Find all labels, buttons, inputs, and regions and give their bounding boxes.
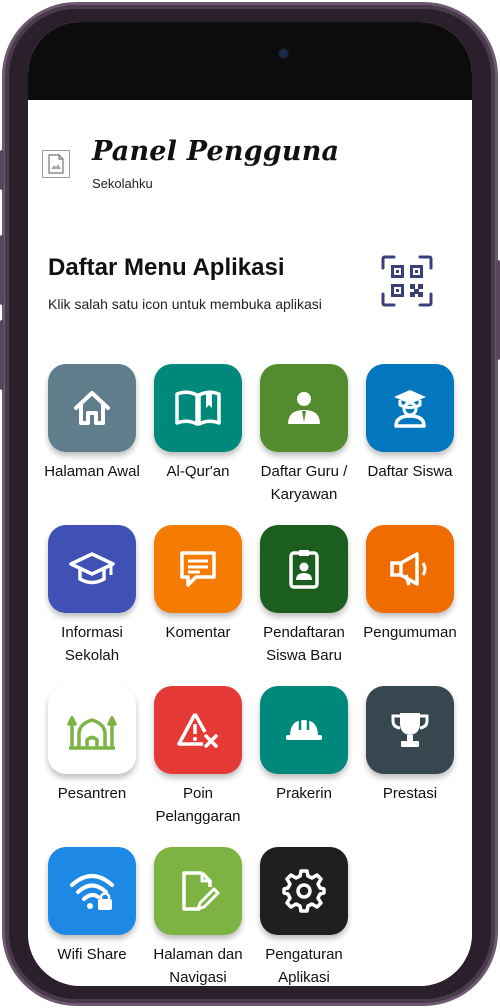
menu-item-wifi-share[interactable]: Wifi Share	[39, 847, 145, 966]
menu-item-icon-box	[260, 364, 348, 452]
gear-icon	[282, 869, 326, 913]
menu-item-icon-box	[366, 364, 454, 452]
phone-screen: Panel Pengguna Sekolahku Daftar Menu Apl…	[28, 22, 472, 986]
menu-item-halaman-dan-navigasi[interactable]: Halaman dan Navigasi	[145, 847, 251, 986]
menu-item-al-quran[interactable]: Al-Qur'an	[145, 364, 251, 483]
menu-item-label: Poin Pelanggaran	[155, 785, 241, 825]
menu-item-label: Halaman Awal	[44, 463, 140, 480]
menu-item-label: Informasi Sekolah	[61, 624, 123, 664]
hard-hat-icon	[286, 720, 322, 740]
broken-image-icon	[42, 150, 70, 178]
menu-item-icon-box	[154, 364, 242, 452]
menu-item-icon-box	[260, 686, 348, 774]
menu-item-icon-box	[48, 364, 136, 452]
menu-item-daftar-siswa[interactable]: Daftar Siswa	[357, 364, 463, 483]
menu-item-icon-box	[48, 525, 136, 613]
menu-item-label: Prestasi	[382, 785, 438, 802]
student-icon	[394, 390, 426, 428]
menu-item-label: Wifi Share	[57, 946, 127, 963]
menu-item-pengumuman[interactable]: Pengumuman	[357, 525, 463, 644]
menu-item-daftar-guru[interactable]: Daftar Guru / Karyawan	[251, 364, 357, 506]
menu-item-prakerin[interactable]: Prakerin	[251, 686, 357, 805]
menu-item-label: Pengaturan Aplikasi	[265, 946, 343, 986]
badge-icon	[289, 550, 319, 589]
app-view: Panel Pengguna Sekolahku Daftar Menu Apl…	[28, 100, 472, 986]
megaphone-icon	[390, 552, 427, 586]
menu-description: Klik salah satu icon untuk membuka aplik…	[48, 296, 322, 312]
graduation-cap-icon	[69, 552, 115, 585]
app-title: Panel Pengguna	[92, 136, 340, 167]
side-button	[0, 150, 4, 190]
menu-heading: Daftar Menu Aplikasi	[48, 254, 285, 281]
menu-item-icon-box	[154, 847, 242, 935]
menu-item-icon-box	[260, 525, 348, 613]
menu-item-label: Daftar Siswa	[367, 463, 453, 480]
menu-item-icon-box	[154, 686, 242, 774]
menu-item-label: Halaman dan Navigasi	[153, 946, 243, 986]
open-book-icon	[175, 390, 221, 426]
mosque-icon	[67, 716, 117, 750]
menu-item-pesantren[interactable]: Pesantren	[39, 686, 145, 805]
menu-item-icon-box	[48, 686, 136, 774]
menu-item-icon-box	[366, 686, 454, 774]
teacher-icon	[288, 392, 320, 424]
menu-item-label: Al-Qur'an	[166, 463, 230, 480]
menu-item-label: Pesantren	[57, 785, 127, 802]
side-button	[496, 260, 500, 360]
menu-item-halaman-awal[interactable]: Halaman Awal	[39, 364, 145, 483]
menu-item-icon-box	[154, 525, 242, 613]
warning-x-icon	[177, 713, 218, 748]
menu-item-label: Daftar Guru / Karyawan	[260, 463, 348, 503]
menu-item-informasi-sekolah[interactable]: Informasi Sekolah	[39, 525, 145, 667]
menu-item-icon-box	[366, 525, 454, 613]
menu-item-poin-pelanggaran[interactable]: Poin Pelanggaran	[145, 686, 251, 828]
front-camera	[279, 49, 288, 58]
home-icon	[74, 391, 110, 425]
menu-item-prestasi[interactable]: Prestasi	[357, 686, 463, 805]
app-subtitle: Sekolahku	[92, 176, 153, 191]
menu-item-icon-box	[48, 847, 136, 935]
side-button	[0, 235, 4, 305]
menu-item-pengaturan-aplikasi[interactable]: Pengaturan Aplikasi	[251, 847, 357, 986]
menu-item-label: Prakerin	[276, 785, 332, 802]
menu-item-label: Pengumuman	[363, 624, 457, 641]
comment-icon	[180, 551, 216, 587]
qr-code-icon[interactable]	[380, 254, 434, 308]
menu-item-komentar[interactable]: Komentar	[145, 525, 251, 644]
menu-item-label: Komentar	[165, 624, 231, 641]
wifi-lock-icon	[70, 874, 114, 910]
side-button	[0, 320, 4, 390]
trophy-icon	[391, 713, 429, 747]
menu-item-label: Pendaftaran Siswa Baru	[263, 624, 345, 664]
edit-file-icon	[182, 871, 220, 911]
menu-item-pendaftaran-siswa-baru[interactable]: Pendaftaran Siswa Baru	[251, 525, 357, 667]
menu-item-icon-box	[260, 847, 348, 935]
